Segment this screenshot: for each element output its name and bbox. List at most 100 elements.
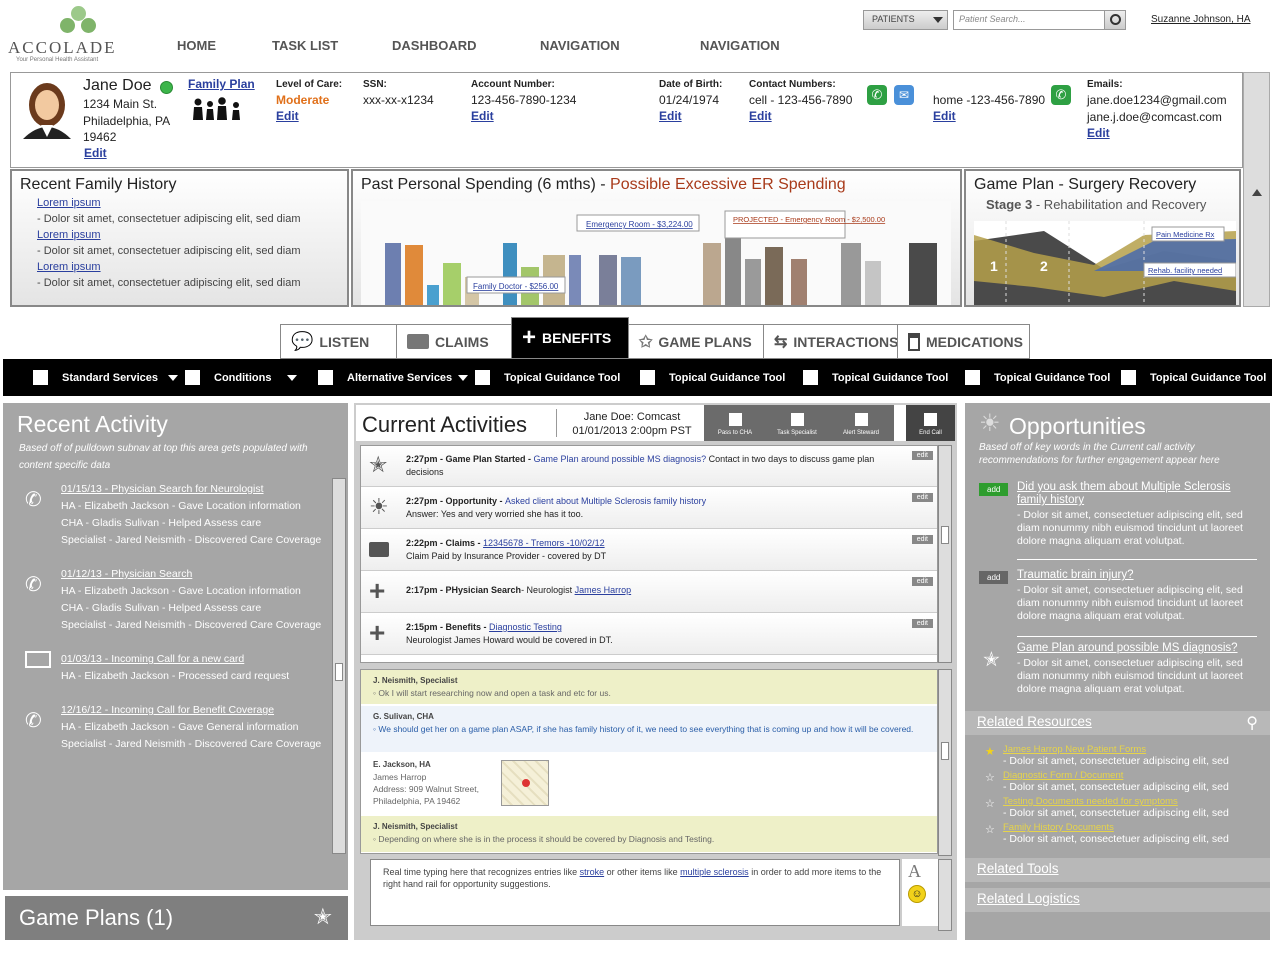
star-icon[interactable]: ★ <box>985 745 995 758</box>
subnav-topical-5[interactable]: Topical Guidance Tool <box>1121 370 1266 385</box>
user-link[interactable]: Suzanne Johnson, HA <box>1151 14 1251 25</box>
scroll-thumb[interactable] <box>335 663 343 681</box>
checkbox[interactable] <box>318 370 333 385</box>
opportunity-link[interactable]: Traumatic brain injury? <box>1017 569 1257 582</box>
edit-dob-link[interactable]: Edit <box>659 109 682 123</box>
feed-link[interactable]: Game Plan around possible MS diagnosis? <box>534 454 707 464</box>
star-plus-icon[interactable]: ✭ <box>314 904 332 930</box>
subnav-alternative-services[interactable]: Alternative Services <box>318 370 469 385</box>
font-icon[interactable]: A <box>908 861 921 882</box>
checkbox[interactable] <box>185 370 200 385</box>
subnav-topical-3[interactable]: Topical Guidance Tool <box>803 370 948 385</box>
related-resources-header[interactable]: Related Resources ⚲ <box>965 711 1270 735</box>
edit-email-link[interactable]: Edit <box>1087 126 1110 140</box>
search-button[interactable] <box>1104 10 1126 30</box>
opportunity-link[interactable]: Did you ask them about Multiple Sclerosi… <box>1017 481 1257 507</box>
phone-call-home-icon[interactable]: ✆ <box>1051 85 1071 105</box>
star-icon[interactable]: ☆ <box>985 771 995 784</box>
message-composer[interactable]: Real time typing here that recognizes en… <box>370 859 900 926</box>
logo[interactable]: ACCOLADE Your Personal Health Assistant <box>8 4 133 64</box>
address-line-1: 1234 Main St. <box>83 97 158 111</box>
chat-scrollbar[interactable] <box>938 669 952 856</box>
family-history-link-3[interactable]: Lorem ipsum <box>37 261 101 273</box>
add-opportunity-button[interactable]: add <box>979 571 1009 584</box>
subnav-conditions[interactable]: Conditions <box>185 370 298 385</box>
tab-claims[interactable]: CLAIMS <box>396 324 512 359</box>
star-icon[interactable]: ☆ <box>985 797 995 810</box>
tab-interactions[interactable]: ⇆ INTERACTIONS <box>763 324 898 359</box>
family-plan-link[interactable]: Family Plan <box>188 77 255 91</box>
composer-link-stroke[interactable]: stroke <box>580 867 605 877</box>
phone-call-icon[interactable]: ✆ <box>867 85 887 105</box>
nav-navigation-1[interactable]: NAVIGATION <box>540 38 620 53</box>
edit-button[interactable]: edit <box>911 577 933 586</box>
game-plans-bar[interactable]: Game Plans (1) ✭ <box>5 896 348 940</box>
nav-task-list[interactable]: TASK LIST <box>272 38 338 53</box>
related-tools-header[interactable]: Related Tools <box>965 858 1270 882</box>
composer-scrollbar[interactable] <box>938 859 952 931</box>
tab-listen[interactable]: 💬 LISTEN <box>280 324 397 359</box>
map-thumbnail[interactable] <box>501 760 549 806</box>
resource-link[interactable]: Family History Documents <box>1003 822 1253 833</box>
nav-navigation-2[interactable]: NAVIGATION <box>700 38 780 53</box>
edit-button[interactable]: edit <box>911 451 933 460</box>
end-call-button[interactable]: End Call <box>906 405 955 441</box>
subnav-topical-1[interactable]: Topical Guidance Tool <box>475 370 620 385</box>
composer-link-ms[interactable]: multiple sclerosis <box>680 867 749 877</box>
edit-home-link[interactable]: Edit <box>933 109 956 123</box>
alert-steward-button[interactable]: Alert Steward <box>828 405 894 441</box>
family-history-link-2[interactable]: Lorem ipsum <box>37 229 101 241</box>
checkbox[interactable] <box>965 370 980 385</box>
edit-address-link[interactable]: Edit <box>84 146 107 160</box>
edit-button[interactable]: edit <box>911 619 933 628</box>
resource-link[interactable]: Testing Documents needed for symptoms <box>1003 796 1253 807</box>
search-scope-select[interactable]: PATIENTS <box>863 10 948 30</box>
subnav-topical-4[interactable]: Topical Guidance Tool <box>965 370 1110 385</box>
bar <box>841 243 861 305</box>
chat-text: James Harrop <box>373 772 427 782</box>
checkbox[interactable] <box>803 370 818 385</box>
feed-link[interactable]: Diagnostic Testing <box>489 622 562 632</box>
add-opportunity-button[interactable]: add <box>979 483 1009 496</box>
main-tabs: 💬 LISTEN CLAIMS + BENEFITS ✩ GAME PLANS ⇆ IN… <box>280 317 1030 359</box>
header-scrollbar[interactable] <box>1243 72 1270 307</box>
scroll-thumb[interactable] <box>941 526 949 544</box>
nav-home[interactable]: HOME <box>177 38 216 53</box>
feed-link[interactable]: James Harrop <box>575 585 632 595</box>
contact-home: home -123-456-7890 <box>933 93 1046 107</box>
checkbox[interactable] <box>1121 370 1136 385</box>
feed-scrollbar[interactable] <box>938 445 952 663</box>
email-icon[interactable]: ✉ <box>894 85 914 105</box>
checkbox[interactable] <box>33 370 48 385</box>
feed-link[interactable]: Asked client about Multiple Sclerosis fa… <box>505 496 706 506</box>
opportunity-link[interactable]: Game Plan around possible MS diagnosis? <box>1017 642 1257 655</box>
patient-search-input[interactable]: Patient Search... <box>953 10 1105 30</box>
edit-contact-link[interactable]: Edit <box>749 109 772 123</box>
edit-button[interactable]: edit <box>911 493 933 502</box>
subnav-topical-2[interactable]: Topical Guidance Tool <box>640 370 785 385</box>
star-icon[interactable]: ☆ <box>985 823 995 836</box>
contact-label: Contact Numbers: <box>749 79 836 90</box>
star-plus-icon[interactable]: ✭ <box>983 647 1000 672</box>
resource-link[interactable]: Diagnostic Form / Document <box>1003 770 1253 781</box>
pass-to-cha-button[interactable]: Pass to CHA <box>704 405 766 441</box>
recent-activity-scrollbar[interactable] <box>332 478 346 854</box>
emoji-icon[interactable]: ☺ <box>908 885 926 903</box>
scroll-thumb[interactable] <box>941 742 949 760</box>
tab-game-plans[interactable]: ✩ GAME PLANS <box>628 324 764 359</box>
subnav-standard-services[interactable]: Standard Services <box>33 370 178 385</box>
task-specialist-button[interactable]: Task Specialist <box>766 405 828 441</box>
edit-account-link[interactable]: Edit <box>471 109 494 123</box>
nav-dashboard[interactable]: DASHBOARD <box>392 38 477 53</box>
related-logistics-header[interactable]: Related Logistics <box>965 888 1270 912</box>
resource-link[interactable]: James Harrop New Patient Forms <box>1003 744 1253 755</box>
search-icon[interactable]: ⚲ <box>1246 713 1258 733</box>
family-history-link-1[interactable]: Lorem ipsum <box>37 197 101 209</box>
checkbox[interactable] <box>640 370 655 385</box>
feed-link[interactable]: 12345678 - Tremors -10/02/12 <box>483 538 605 548</box>
checkbox[interactable] <box>475 370 490 385</box>
tab-medications[interactable]: MEDICATIONS <box>897 324 1030 359</box>
tab-benefits[interactable]: + BENEFITS <box>511 317 629 359</box>
edit-level-link[interactable]: Edit <box>276 109 299 123</box>
edit-button[interactable]: edit <box>911 535 933 544</box>
